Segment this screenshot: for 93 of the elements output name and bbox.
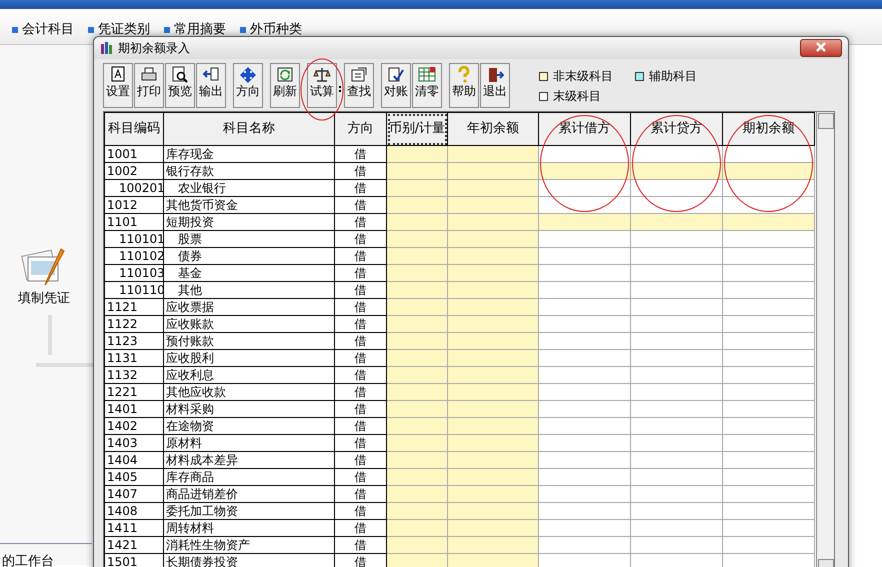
account-name: 债券 — [164, 248, 334, 264]
account-code: 110110 — [104, 282, 164, 298]
refresh-icon — [276, 66, 294, 84]
window-title: 期初余额录入 — [118, 40, 190, 57]
account-code: 110103 — [104, 264, 164, 282]
toolbar-button[interactable]: 查找 — [344, 63, 374, 108]
voucher-shortcut[interactable]: 填制凭证 — [18, 245, 70, 308]
account-code: 1408 — [104, 502, 164, 520]
grid-icon — [418, 66, 436, 84]
account-name: 农业银行 — [164, 180, 334, 196]
account-name: 材料成本差异 — [164, 452, 334, 468]
column-header[interactable]: 科目名称 — [164, 112, 334, 146]
account-name: 股票 — [164, 230, 334, 248]
preview-icon — [171, 66, 189, 84]
toolbar-button[interactable]: 设置 — [103, 63, 133, 108]
account-name: 长期债券投资 — [164, 554, 334, 567]
account-code: 1131 — [104, 350, 164, 366]
account-code: 1101 — [104, 214, 164, 230]
menu-tab[interactable]: 外币种类 — [240, 15, 302, 44]
annotation-circle — [300, 58, 344, 120]
account-name: 应收账款 — [164, 316, 334, 332]
account-code: 1132 — [104, 366, 164, 384]
account-name: 其他 — [164, 282, 334, 298]
column-header[interactable]: 累计贷方 — [630, 112, 722, 146]
toolbar-button[interactable]: 打印 — [134, 63, 164, 108]
toolbar-button[interactable]: 清零 — [412, 63, 442, 108]
workbench-label: 的工作台 — [0, 543, 92, 567]
account-name: 库存商品 — [164, 468, 334, 486]
account-code: 1122 — [104, 316, 164, 332]
account-code: 1221 — [104, 384, 164, 400]
account-name: 应收利息 — [164, 366, 334, 384]
account-name: 预付账款 — [164, 332, 334, 350]
account-code: 1407 — [104, 486, 164, 502]
checkmark-icon — [387, 66, 405, 84]
account-code: 1121 — [104, 298, 164, 316]
account-name: 在途物资 — [164, 418, 334, 434]
account-name: 银行存款 — [164, 162, 334, 180]
column-header[interactable]: 期初余额 — [722, 112, 814, 146]
account-code: 1403 — [104, 434, 164, 452]
toolbar-button[interactable]: 对账 — [381, 63, 411, 108]
account-code: 1404 — [104, 452, 164, 468]
scroll-button[interactable] — [818, 113, 834, 129]
legend-label: 非末级科目 — [553, 68, 613, 85]
toolbar-button[interactable]: 输出 — [196, 63, 226, 108]
account-name: 基金 — [164, 264, 334, 282]
toolbar-button[interactable]: 帮助 — [449, 63, 479, 108]
account-code: 1421 — [104, 536, 164, 554]
toolbar-button[interactable]: 方向 — [233, 63, 263, 108]
dropdown-icon[interactable] — [339, 86, 342, 92]
column-header[interactable]: 年初余额 — [448, 112, 538, 146]
account-name: 短期投资 — [164, 214, 334, 230]
close-icon — [816, 42, 826, 52]
menu-tab[interactable]: 会计科目 — [12, 15, 74, 44]
account-code: 1405 — [104, 468, 164, 486]
account-code: 1123 — [104, 332, 164, 350]
column-header[interactable]: 科目编码 — [104, 112, 164, 146]
legend-label: 辅助科目 — [649, 68, 697, 85]
account-code: 100201 — [104, 180, 164, 196]
account-code: 110101 — [104, 230, 164, 248]
account-name: 其他货币资金 — [164, 196, 334, 214]
find-icon — [350, 66, 368, 84]
account-name: 应收股利 — [164, 350, 334, 366]
account-code: 1001 — [104, 146, 164, 162]
account-code: 1411 — [104, 520, 164, 536]
account-code: 1002 — [104, 162, 164, 180]
account-name: 周转材料 — [164, 520, 334, 536]
window-icon — [100, 41, 114, 55]
scrollbar[interactable] — [816, 112, 834, 567]
account-name: 应收票据 — [164, 298, 334, 316]
scale-icon — [313, 66, 331, 84]
account-code: 1402 — [104, 418, 164, 434]
account-name: 材料采购 — [164, 400, 334, 418]
page-setup-icon — [109, 66, 127, 84]
toolbar-button[interactable]: 刷新 — [270, 63, 300, 108]
move-arrows-icon — [239, 66, 257, 84]
toolbar-button[interactable]: 预览 — [165, 63, 195, 108]
column-header[interactable]: 方向 — [334, 112, 386, 146]
account-name: 商品进销差价 — [164, 486, 334, 502]
column-header[interactable]: 币别/计量 — [386, 112, 448, 146]
close-button[interactable] — [800, 39, 842, 57]
account-code: 110102 — [104, 248, 164, 264]
account-name: 库存现金 — [164, 146, 334, 162]
account-name: 其他应收款 — [164, 384, 334, 400]
exit-icon — [486, 66, 504, 84]
account-code: 1401 — [104, 400, 164, 418]
account-code: 1012 — [104, 196, 164, 214]
account-name: 消耗性生物资产 — [164, 536, 334, 554]
column-header[interactable]: 累计借方 — [538, 112, 630, 146]
account-code: 1501 — [104, 554, 164, 567]
account-name: 原材料 — [164, 434, 334, 452]
toolbar-button[interactable]: 退出 — [480, 63, 510, 108]
legend-label: 末级科目 — [553, 88, 601, 105]
account-name: 委托加工物资 — [164, 502, 334, 520]
